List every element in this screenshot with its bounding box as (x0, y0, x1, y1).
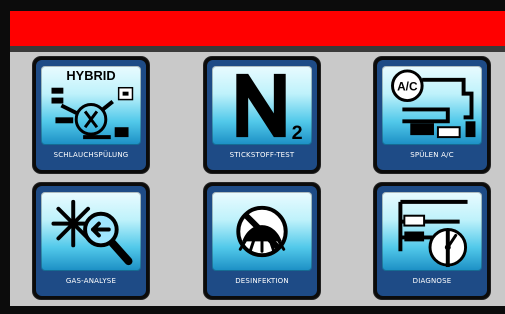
tile-desinfektion[interactable]: DESINFEKTION (204, 183, 320, 299)
header-bar (10, 11, 505, 46)
tile-label: STICKSTOFF-TEST (229, 151, 295, 159)
no-bacteria-disinfection-icon (236, 205, 288, 258)
tile-frame: DESINFEKTION (207, 186, 317, 296)
tile-icon-area: A/C (382, 66, 482, 145)
tile-icon-area: 2 (212, 66, 312, 145)
tile-stickstoff-test[interactable]: 2 STICKSTOFF-TEST (204, 57, 320, 173)
svg-text:2: 2 (292, 122, 303, 144)
tile-gas-analyse[interactable]: GAS-ANALYSE (33, 183, 149, 299)
tile-frame: A/C SPÜLEN A/C (377, 60, 487, 170)
ac-flush-icon: A/C (391, 69, 476, 139)
tile-icon-area (212, 192, 312, 271)
tile-frame: 2 STICKSTOFF-TEST (207, 60, 317, 170)
tile-label: SCHLAUCHSPÜLUNG (53, 151, 129, 159)
tile-label: DIAGNOSE (412, 277, 452, 285)
tile-schlauchspuelung[interactable]: HYBRID SCHLAUCHSPÜLUNG (33, 57, 149, 173)
tile-spuelen-ac[interactable]: A/C SPÜLEN A/C (374, 57, 490, 173)
ac-icon-text: A/C (397, 80, 418, 94)
tile-icon-area (41, 192, 141, 271)
tile-label: DESINFEKTION (235, 277, 289, 285)
tile-frame: GAS-ANALYSE (36, 186, 146, 296)
tile-label: SPÜLEN A/C (410, 151, 454, 159)
nitrogen-n2-icon: 2 (236, 73, 303, 144)
tile-icon-area: HYBRID (41, 66, 141, 145)
hybrid-icon-text: HYBRID (66, 68, 115, 83)
gas-analysis-icon (51, 199, 133, 266)
screen: HYBRID SCHLAUCHSPÜLUNG 2 STICKSTOFF-TEST… (0, 0, 505, 314)
menu-grid: HYBRID SCHLAUCHSPÜLUNG 2 STICKSTOFF-TEST… (10, 52, 505, 306)
tile-diagnose[interactable]: DIAGNOSE (374, 183, 490, 299)
hybrid-hose-flush-icon: HYBRID (51, 68, 134, 140)
tile-frame: HYBRID SCHLAUCHSPÜLUNG (36, 60, 146, 170)
main-panel: HYBRID SCHLAUCHSPÜLUNG 2 STICKSTOFF-TEST… (10, 11, 505, 306)
tile-label: GAS-ANALYSE (65, 277, 117, 285)
tile-frame: DIAGNOSE (377, 186, 487, 296)
tile-icon-area (382, 192, 482, 271)
diagnosis-gauge-icon (398, 199, 468, 268)
